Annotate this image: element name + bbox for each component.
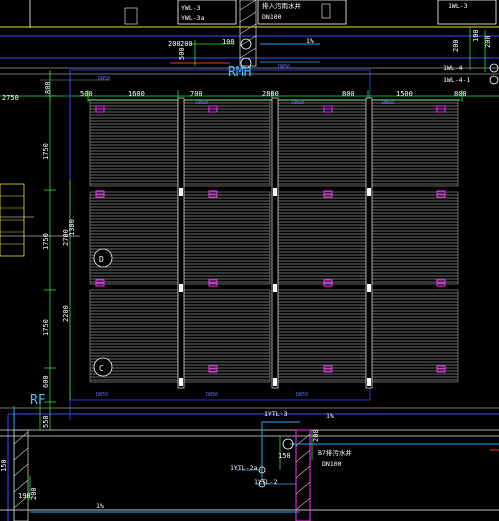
tag-dn50-b2: DN50 (206, 392, 218, 398)
dim-left-2200: 2200 (62, 305, 70, 322)
dim-1500: 1500 (396, 90, 413, 98)
dim-bottom-150b: 150 (0, 459, 8, 472)
dim-top-200-a: 200 (168, 40, 181, 48)
dim-top-500: 500 (178, 47, 186, 60)
dim-v800: 800 (44, 81, 52, 94)
dim-700: 700 (190, 90, 203, 98)
slat-panel (183, 99, 271, 187)
drain-marker (323, 279, 333, 287)
blue-pipe-frame (7, 69, 499, 521)
slat-panel (89, 99, 179, 187)
dim-800: 800 (342, 90, 355, 98)
axis-c-bubble: C (93, 357, 113, 377)
dim-bottom-150: 150 (278, 452, 291, 460)
tag-ywl4: 1WL-4 (443, 64, 463, 72)
tag-dn50-3: DN50 (278, 64, 290, 70)
dim-left-1750b: 1750 (42, 233, 50, 250)
drain-marker (208, 105, 218, 113)
tag-ywl41: 1WL-4-1 (443, 76, 470, 84)
divider-connector (273, 188, 277, 196)
dim-top-100-r: 100 (472, 29, 480, 42)
divider-connector (367, 188, 371, 196)
dim-left-1750a: 1750 (42, 143, 50, 160)
tag-ytl2: 1YTL-2 (254, 478, 278, 486)
top-wall-hatch (239, 0, 257, 67)
tag-ywl3a: YWL-3a (181, 14, 205, 22)
slat-panel (277, 191, 367, 285)
divider-connector (179, 378, 183, 386)
tag-rmh: RMH (228, 65, 251, 80)
drain-marker (208, 279, 218, 287)
tag-ytl3: 1YTL-3 (264, 410, 288, 418)
tag-pct-1: 1% (306, 37, 314, 45)
divider-connector (367, 378, 371, 386)
drain-marker (436, 105, 446, 113)
tag-dn100-bottom: DN100 (322, 460, 342, 468)
tag-dn50-1: DN50 (98, 76, 110, 82)
divider-connector (273, 284, 277, 292)
drain-marker (95, 279, 105, 287)
dim-2750: 2750 (2, 94, 19, 102)
panel-divider-column (365, 97, 373, 389)
tag-dn50-b3: DN50 (296, 392, 308, 398)
dim-top-100: 100 (222, 38, 235, 46)
slat-panel (371, 99, 459, 187)
tag-b7: B7排污水井 (318, 448, 352, 457)
dim-bottom-190: 190 (18, 492, 31, 500)
divider-connector (367, 284, 371, 292)
tag-pct-2: 1% (326, 412, 334, 420)
slat-panel (277, 99, 367, 187)
tag-dn50-b1: DN50 (96, 392, 108, 398)
drain-marker (436, 279, 446, 287)
dim-bottom-200b: 200 (30, 487, 38, 500)
slat-panel (371, 191, 459, 285)
tag-ywl3: YWL-3 (181, 4, 201, 12)
dim-800b: 800 (454, 90, 467, 98)
dim-top-200-c: 200 (452, 39, 460, 52)
drain-marker (95, 105, 105, 113)
axis-c-label: C (99, 364, 104, 373)
divider-connector (179, 188, 183, 196)
axis-d-label: D (99, 255, 104, 264)
dim-top-200-b: 200 (180, 40, 193, 48)
divider-connector (179, 284, 183, 292)
dim-bottom-200: 200 (312, 429, 320, 442)
panel-divider-column (271, 97, 279, 389)
divider-connector (273, 378, 277, 386)
slat-panel (183, 289, 271, 383)
dim-left-1750c: 1750 (42, 319, 50, 336)
dim-left-550: 550 (42, 415, 50, 428)
tag-pct-bottom: 1% (96, 502, 104, 510)
drain-marker (323, 105, 333, 113)
tag-ytl2a: 1YTL-2a (230, 464, 257, 472)
bottom-structure (0, 400, 499, 521)
tag-ywl-r: 1WL-3 (448, 2, 468, 10)
slat-panel (277, 289, 367, 383)
axis-d-bubble: D (93, 248, 113, 268)
dim-left-600: 600 (42, 375, 50, 388)
panel-divider-column (177, 97, 185, 389)
dim-500: 500 (80, 90, 93, 98)
slat-panel (89, 191, 179, 285)
dim-1600: 1600 (128, 90, 145, 98)
tag-rf: RF (30, 393, 46, 408)
tag-dn100-top: DN100 (262, 13, 282, 21)
dim-left-1300: 1300 (68, 219, 76, 236)
cad-drawing-canvas: YWL-3 YWL-3a 排入污雨水井 DN100 1WL-3 1WL-4 1W… (0, 0, 499, 521)
dim-2800: 2800 (262, 90, 279, 98)
panel-field (88, 97, 460, 389)
slat-panel (183, 191, 271, 285)
tag-top-text: 排入污雨水井 (262, 1, 302, 10)
dim-top-200-d: 200 (484, 35, 492, 48)
